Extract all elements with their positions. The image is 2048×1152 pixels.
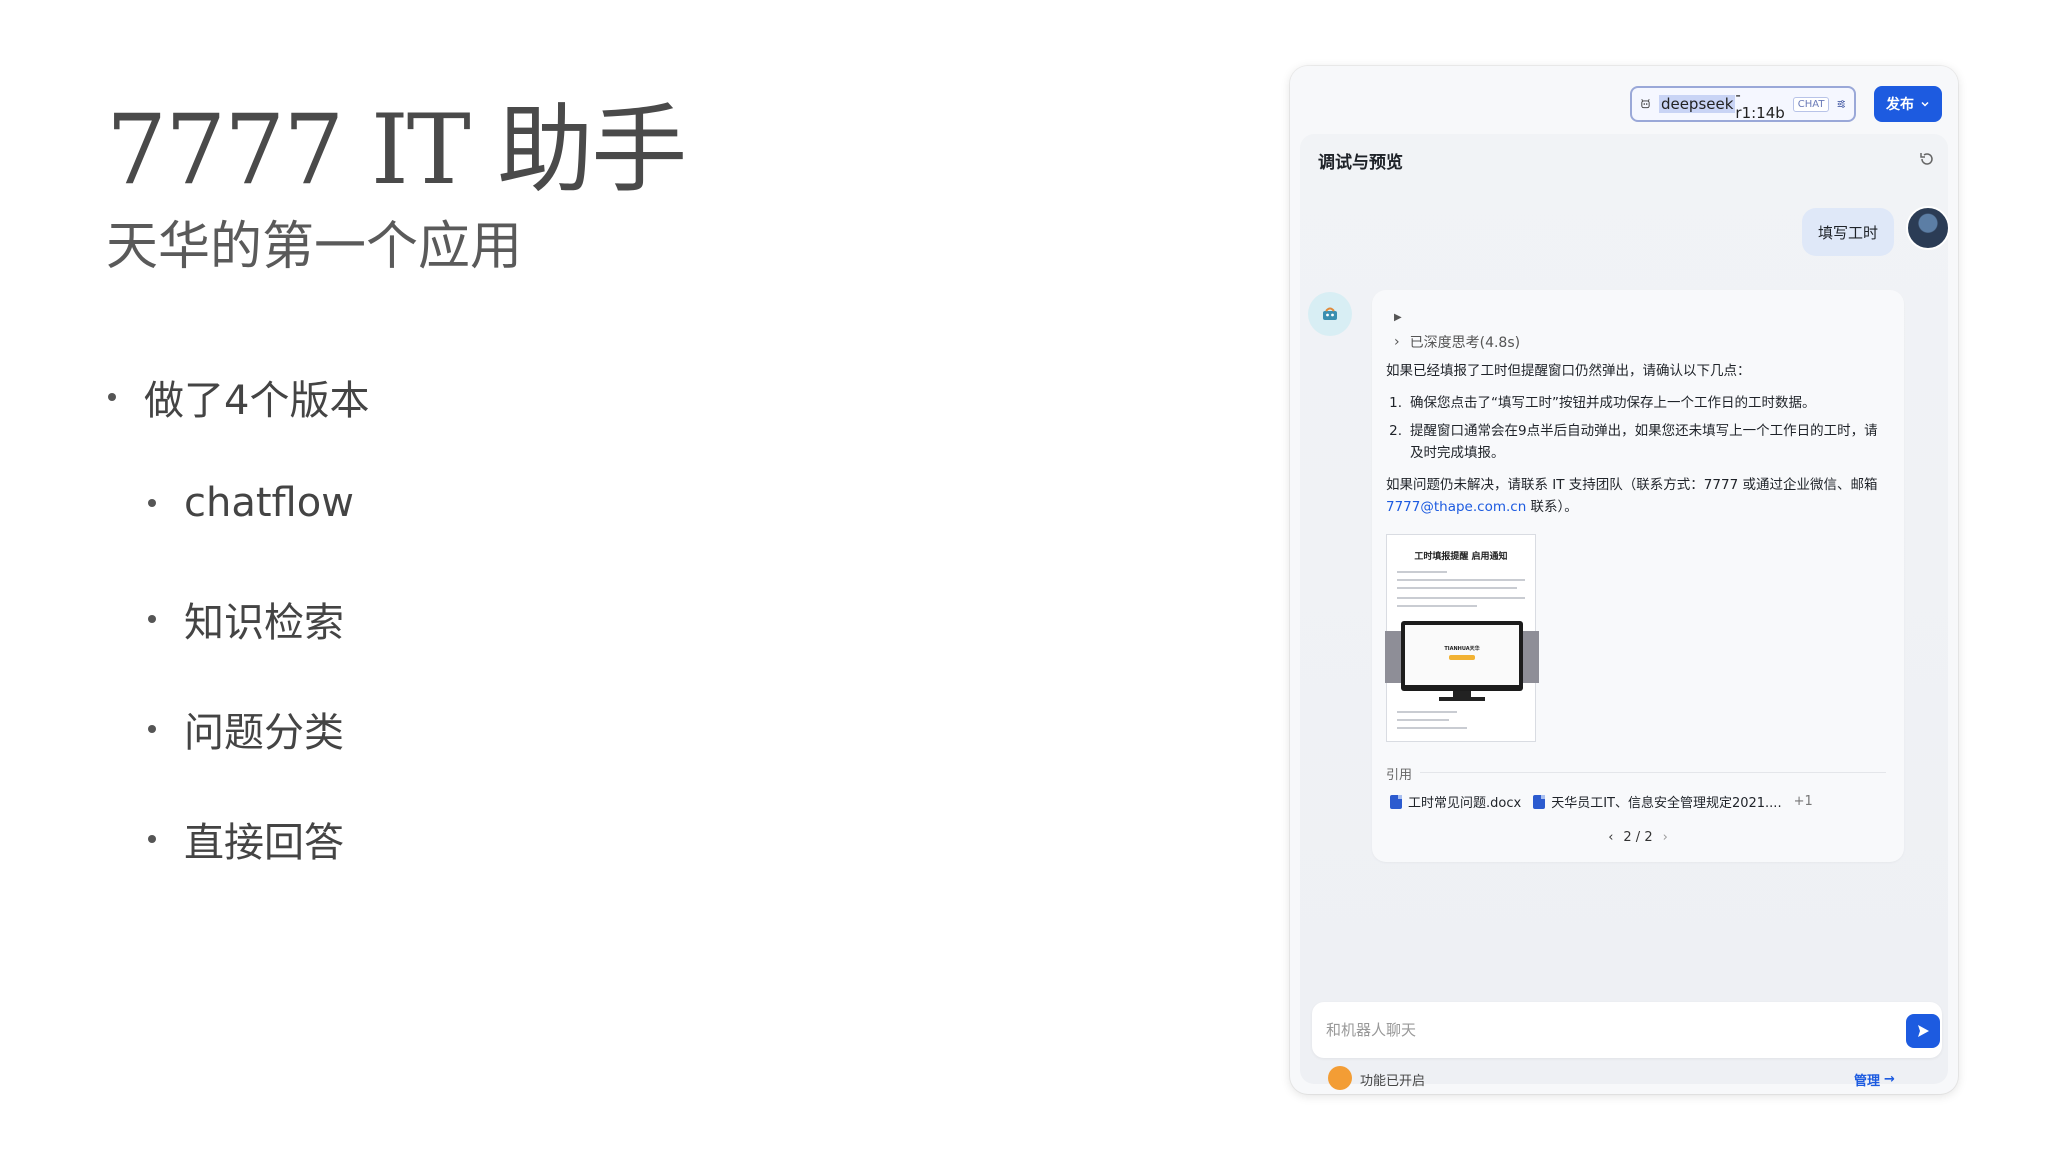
- model-name: deepseek: [1658, 95, 1736, 113]
- image-button: [1449, 655, 1475, 660]
- feature-bar: 功能已开启 管理 →: [1312, 1064, 1942, 1094]
- references-label: 引用: [1386, 768, 1413, 783]
- chevron-left-icon[interactable]: ‹: [1608, 830, 1613, 845]
- chevron-right-icon[interactable]: ›: [1663, 830, 1668, 845]
- bullet-text: chatflow: [184, 480, 354, 526]
- notice-image[interactable]: 工时填报提醒 启用通知 TIANHUA天华: [1385, 534, 1539, 742]
- image-text-line: [1397, 605, 1477, 607]
- reference-file-name: 天华员工IT、信息安全管理规定2021....: [1551, 796, 1782, 811]
- bot-avatar: [1308, 292, 1352, 336]
- image-brand: TIANHUA天华: [1444, 646, 1480, 652]
- bullet-dot: [148, 725, 156, 733]
- reference-file-name: 工时常见问题.docx: [1408, 796, 1522, 811]
- monitor-illustration: TIANHUA天华: [1401, 621, 1523, 691]
- model-logo-icon: [1641, 99, 1650, 109]
- references-divider: [1420, 772, 1886, 773]
- bullet-text: 问题分类: [184, 710, 344, 756]
- chevron-right-icon: ›: [1394, 334, 1400, 350]
- collapse-triangle-icon[interactable]: ▶: [1394, 312, 1402, 323]
- image-text-line: [1397, 597, 1525, 599]
- refresh-icon[interactable]: [1918, 150, 1936, 168]
- settings-sliders-icon[interactable]: [1837, 97, 1846, 111]
- step-text: 提醒窗口通常会在9点半后自动弹出，如果您还未填写上一个工作日的工时，请及时完成填…: [1410, 423, 1878, 461]
- word-doc-icon: [1390, 794, 1402, 809]
- reference-file[interactable]: 工时常见问题.docx: [1390, 792, 1521, 811]
- panel-title: 调试与预览: [1318, 153, 1403, 173]
- send-icon: [1918, 1025, 1929, 1037]
- bullet-dot: [108, 393, 116, 401]
- list-item: 2. 提醒窗口通常会在9点半后自动弹出，如果您还未填写上一个工作日的工时，请及时完…: [1386, 420, 1886, 464]
- bullet-text: 知识检索: [184, 600, 344, 646]
- chat-input-box: [1312, 1002, 1942, 1058]
- image-text-line: [1397, 579, 1525, 581]
- send-button[interactable]: [1906, 1014, 1940, 1048]
- manage-label: 管理: [1854, 1074, 1881, 1089]
- bullet-item: 知识检索: [148, 590, 344, 648]
- arrow-right-icon: →: [1884, 1072, 1895, 1087]
- references-more[interactable]: +1: [1794, 794, 1813, 809]
- image-text-line: [1397, 587, 1517, 589]
- publish-label: 发布: [1886, 97, 1914, 113]
- model-selector[interactable]: deepseek -r1:14b CHAT: [1630, 86, 1856, 122]
- model-version: -r1:14b: [1735, 86, 1785, 122]
- manage-link[interactable]: 管理 →: [1854, 1070, 1895, 1089]
- notice-image-title: 工时填报提醒 启用通知: [1414, 552, 1508, 562]
- chat-badge: CHAT: [1792, 96, 1830, 112]
- reference-file[interactable]: 天华员工IT、信息安全管理规定2021....: [1533, 792, 1782, 811]
- answer-followup: 如果问题仍未解决，请联系 IT 支持团队（联系方式：7777 或通过企业微信、邮…: [1386, 474, 1896, 518]
- step-text: 确保您点击了“填写工时”按钮并成功保存上一个工作日的工时数据。: [1410, 395, 1816, 411]
- answer-intro: 如果已经填报了工时但提醒窗口仍然弹出，请确认以下几点：: [1386, 363, 1751, 379]
- publish-button[interactable]: 发布: [1874, 86, 1942, 122]
- image-text-line: [1397, 719, 1449, 721]
- feature-label: 功能已开启: [1360, 1074, 1426, 1089]
- bullet-text: 做了4个版本: [144, 378, 370, 424]
- slide-title: 7777 IT 助手: [106, 94, 687, 206]
- robot-icon: [1323, 307, 1337, 320]
- followup-prefix: 如果问题仍未解决，请联系 IT 支持团队（联系方式：7777 或通过企业微信、邮…: [1386, 477, 1878, 493]
- feature-icon: [1328, 1066, 1352, 1090]
- image-text-line: [1397, 711, 1457, 713]
- monitor-base: [1439, 697, 1485, 701]
- bullet-text: 直接回答: [184, 820, 344, 866]
- pager-label: 2 / 2: [1623, 830, 1653, 845]
- app-window: deepseek -r1:14b CHAT 发布 调试与预览 填写工时 ▶ › …: [1290, 66, 1958, 1094]
- chevron-down-icon: [1921, 101, 1929, 107]
- thinking-label: 已深度思考(4.8s): [1409, 335, 1521, 351]
- image-text-line: [1397, 571, 1447, 573]
- bullet-dot: [148, 615, 156, 623]
- email-link[interactable]: 7777@thape.com.cn: [1386, 499, 1526, 515]
- image-text-line: [1397, 727, 1467, 729]
- list-item: 1. 确保您点击了“填写工时”按钮并成功保存上一个工作日的工时数据。: [1386, 392, 1886, 414]
- bullet-item: 问题分类: [148, 700, 344, 758]
- chat-input[interactable]: [1326, 1018, 1866, 1042]
- answer-steps: 1. 确保您点击了“填写工时”按钮并成功保存上一个工作日的工时数据。 2. 提醒窗口…: [1386, 392, 1886, 470]
- slide-subtitle: 天华的第一个应用: [106, 217, 523, 277]
- followup-suffix: 联系）。: [1526, 499, 1578, 515]
- answer-pager: ‹ 2 / 2 ›: [1372, 830, 1904, 845]
- thinking-toggle[interactable]: › 已深度思考(4.8s): [1394, 332, 1520, 352]
- bullet-item: 直接回答: [148, 810, 344, 868]
- word-doc-icon: [1533, 794, 1546, 809]
- user-avatar: [1906, 206, 1950, 250]
- top-bar: deepseek -r1:14b CHAT 发布: [1290, 66, 1958, 132]
- bullet-dot: [148, 499, 156, 507]
- bullet-item: 做了4个版本: [108, 368, 369, 426]
- references-list: 工时常见问题.docx 天华员工IT、信息安全管理规定2021.... +1: [1390, 792, 1813, 811]
- bullet-item: chatflow: [148, 480, 354, 526]
- user-message: 填写工时: [1802, 208, 1894, 256]
- bullet-dot: [148, 835, 156, 843]
- bot-answer-card: ▶ › 已深度思考(4.8s) 如果已经填报了工时但提醒窗口仍然弹出，请确认以下…: [1372, 290, 1904, 862]
